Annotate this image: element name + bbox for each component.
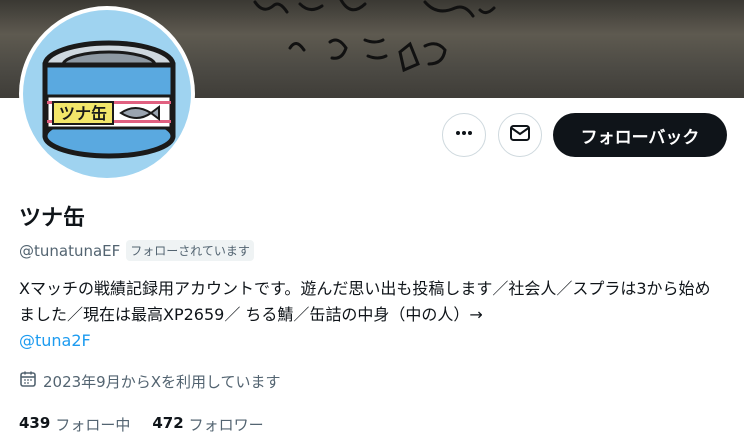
follow-back-button[interactable]: フォローバック [553, 113, 727, 157]
followers-label: フォロワー [188, 416, 264, 434]
follow-stats: 439 フォロー中 472 フォロワー [19, 414, 264, 435]
avatar[interactable]: ツナ缶 [19, 6, 195, 182]
avatar-label: ツナ缶 [59, 104, 107, 123]
joined-date: 2023年9月からXを利用しています [19, 370, 281, 392]
following-count: 439 [19, 414, 51, 432]
handle-row: @tunatunaEF フォローされています [19, 240, 254, 261]
avatar-image: ツナ缶 [23, 10, 191, 178]
bio-text: Xマッチの戦績記録用アカウントです。遊んだ思い出も投稿します／社会人／スプラは3… [19, 279, 711, 324]
profile-bio: Xマッチの戦績記録用アカウントです。遊んだ思い出も投稿します／社会人／スプラは3… [19, 276, 719, 354]
more-icon [454, 123, 474, 147]
message-button[interactable] [498, 113, 542, 157]
following-label: フォロー中 [55, 416, 131, 434]
mail-icon [509, 122, 531, 148]
follows-you-badge: フォローされています [126, 240, 254, 261]
joined-text: 2023年9月からXを利用しています [43, 372, 281, 391]
bio-mention-link[interactable]: @tuna2F [19, 331, 91, 350]
following-link[interactable]: 439 フォロー中 [19, 414, 130, 435]
user-handle: @tunatunaEF [19, 241, 121, 260]
followers-link[interactable]: 472 フォロワー [152, 414, 263, 435]
calendar-icon [19, 370, 37, 392]
followers-count: 472 [152, 414, 184, 432]
more-button[interactable] [442, 113, 486, 157]
display-name: ツナ缶 [19, 206, 86, 231]
